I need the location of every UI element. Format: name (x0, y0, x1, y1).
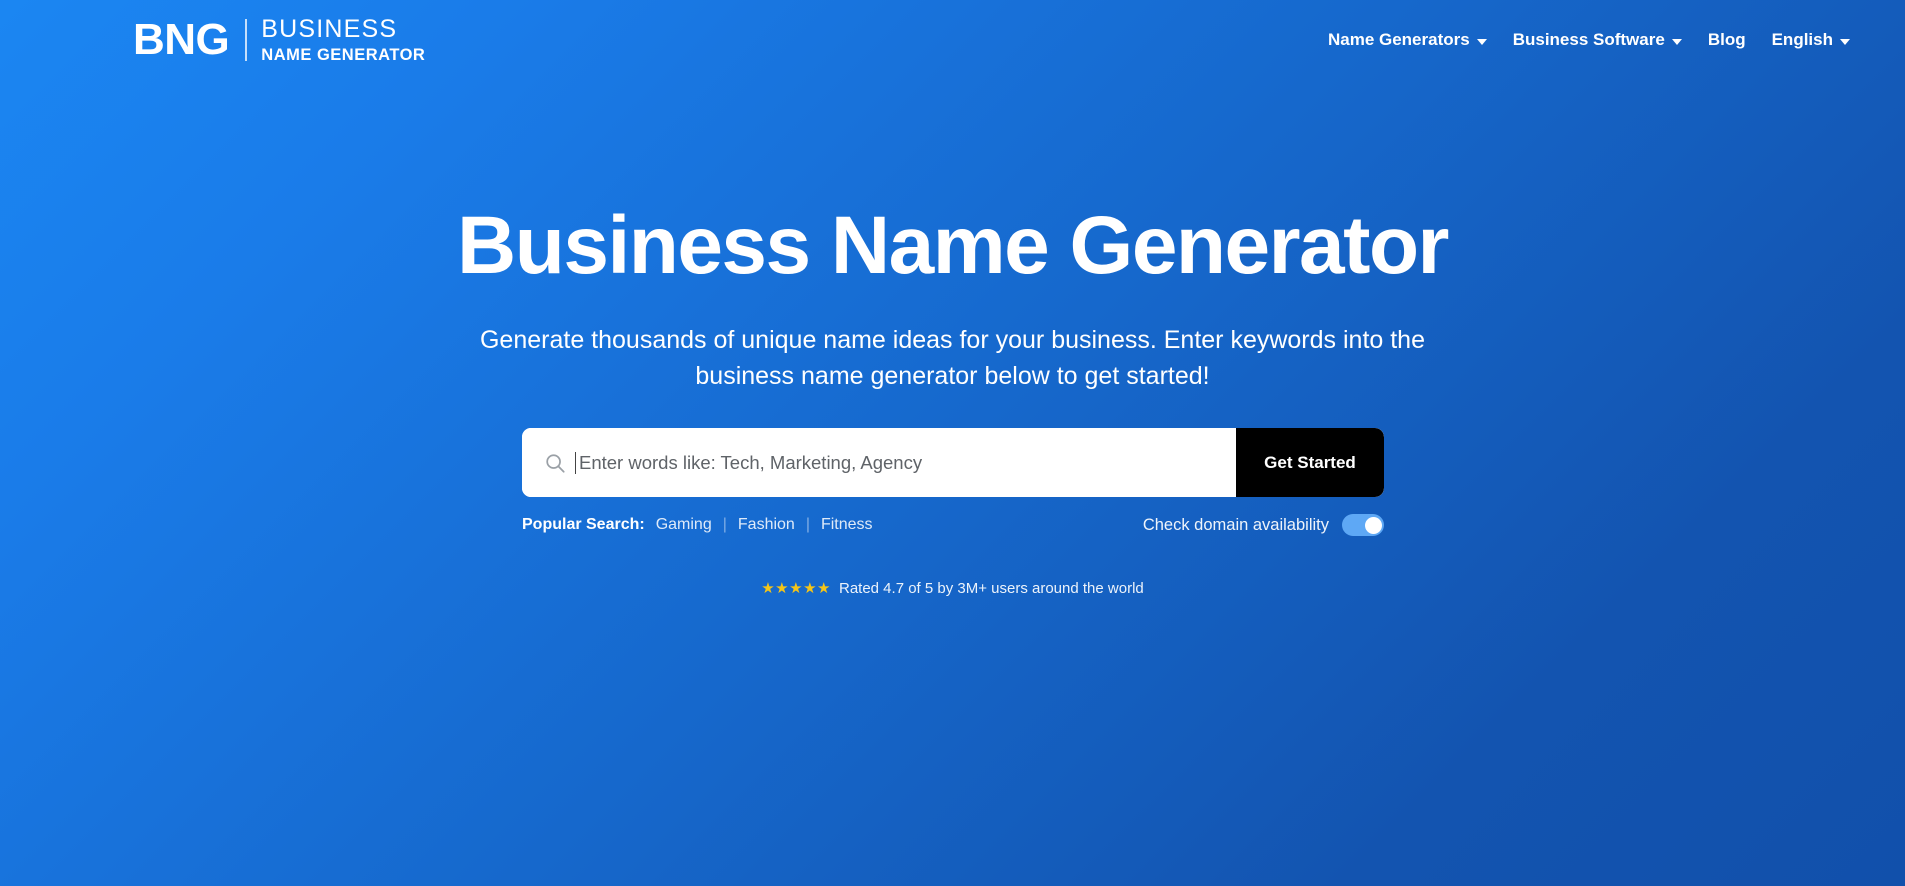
popular-link-fitness[interactable]: Fitness (821, 516, 873, 534)
domain-availability-group: Check domain availability (1143, 514, 1384, 536)
search-placeholder: Enter words like: Tech, Marketing, Agenc… (579, 451, 923, 473)
popular-separator: | (722, 516, 727, 533)
star-rating-icon: ★★★★★ (761, 580, 831, 597)
toggle-knob (1364, 516, 1382, 534)
popular-link-fashion[interactable]: Fashion (738, 516, 795, 534)
page-title: Business Name Generator (457, 200, 1449, 291)
domain-availability-toggle[interactable] (1342, 514, 1384, 536)
search-section: Enter words like: Tech, Marketing, Agenc… (522, 428, 1384, 497)
popular-search-group: Popular Search: Gaming | Fashion | Fitne… (522, 516, 873, 534)
rating-text: Rated 4.7 of 5 by 3M+ users around the w… (838, 580, 1144, 597)
hero-subtitle: Generate thousands of unique name ideas … (479, 326, 1425, 390)
search-icon (544, 452, 566, 474)
rating-section: ★★★★★ Rated 4.7 of 5 by 3M+ users around… (0, 580, 1905, 597)
hero-section: Business Name Generator Generate thousan… (0, 0, 1905, 394)
popular-search-row: Popular Search: Gaming | Fashion | Fitne… (522, 511, 1384, 539)
popular-search-label: Popular Search: (522, 516, 645, 533)
search-input[interactable]: Enter words like: Tech, Marketing, Agenc… (522, 428, 1236, 497)
popular-separator: | (805, 516, 810, 533)
domain-availability-label: Check domain availability (1142, 515, 1329, 534)
text-cursor (575, 451, 576, 474)
popular-link-gaming[interactable]: Gaming (656, 516, 712, 534)
search-bar: Enter words like: Tech, Marketing, Agenc… (522, 428, 1384, 497)
get-started-button[interactable]: Get Started (1236, 428, 1384, 497)
